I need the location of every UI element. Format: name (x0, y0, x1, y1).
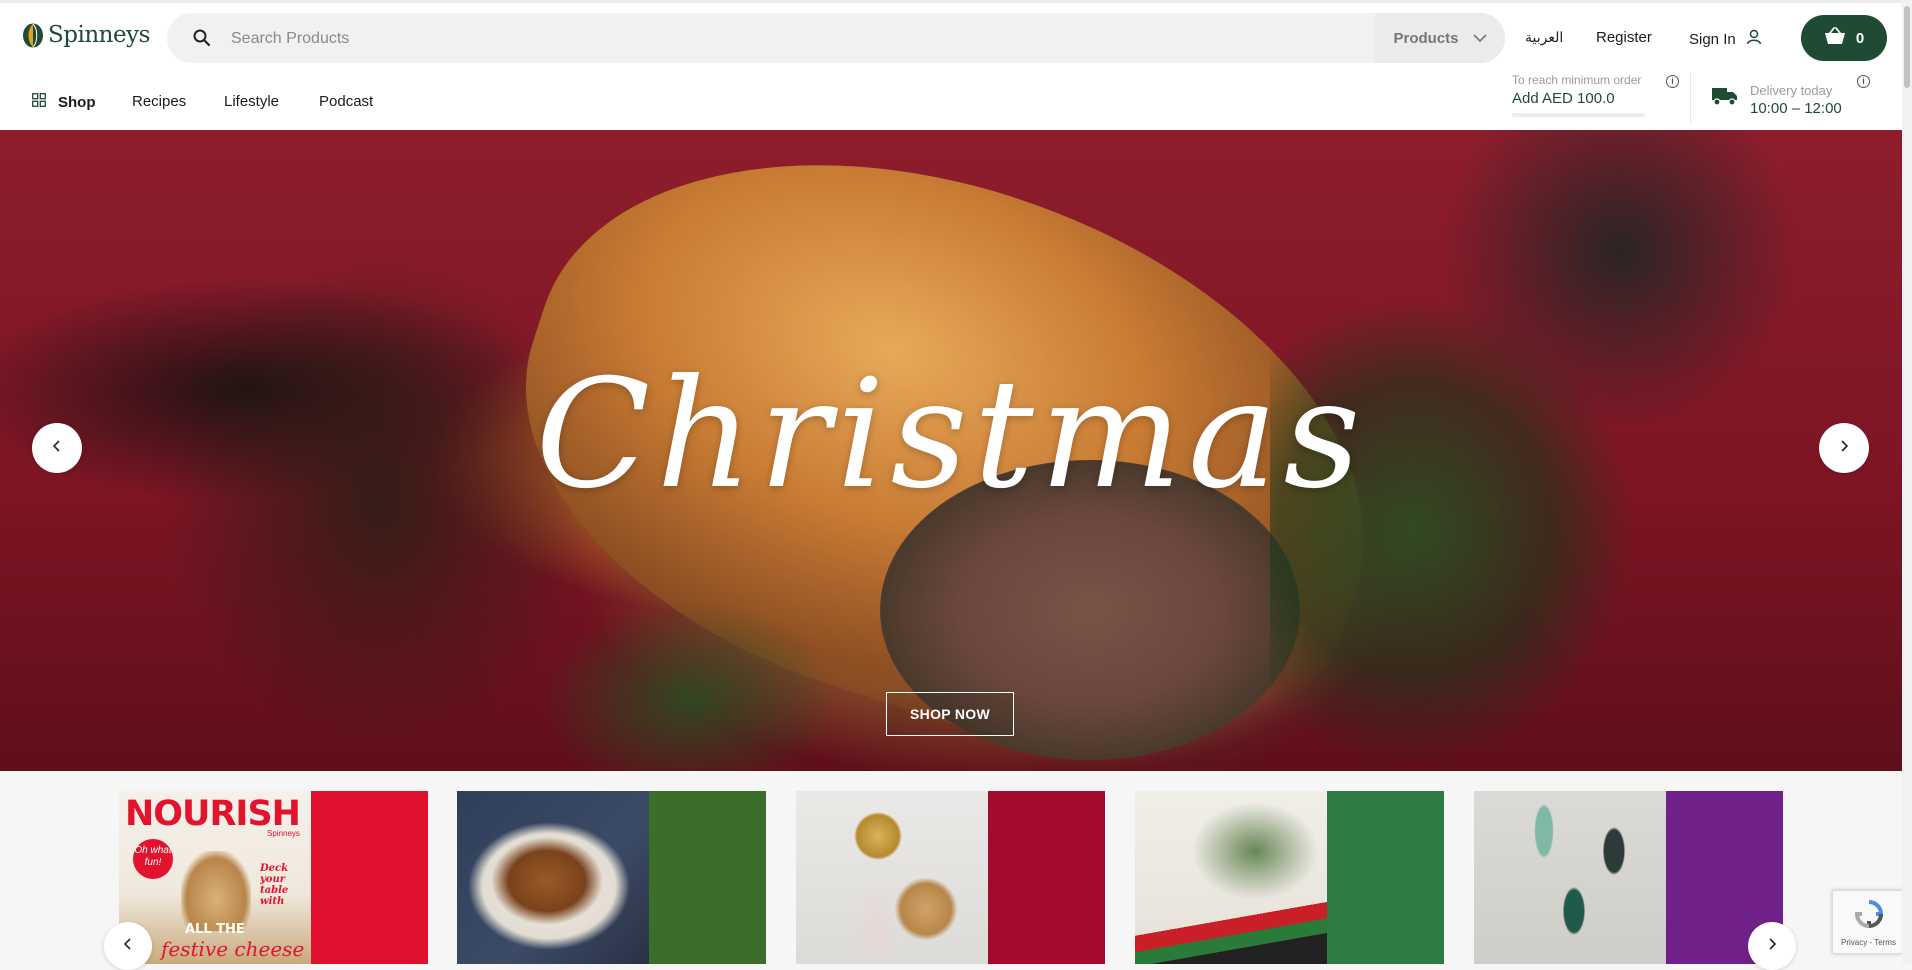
nav-item-recipes[interactable]: Recipes (132, 93, 186, 110)
magazine-script-text: festive cheese (161, 937, 305, 961)
search-input[interactable] (229, 13, 1233, 65)
spinneys-leaf-logo-icon (22, 23, 44, 48)
grid-icon (32, 93, 46, 111)
hero-title: Christmas (535, 348, 1367, 522)
hero-image-rosemary-left (540, 600, 840, 771)
magazine-badge: Oh what fun! (133, 839, 173, 879)
sign-in-link[interactable]: Sign In (1689, 29, 1762, 49)
nav-item-podcast[interactable]: Podcast (319, 93, 373, 110)
delivery-label: Delivery today (1750, 83, 1833, 98)
chevron-right-icon (1840, 439, 1849, 457)
promo-carousel: NOURISH Spinneys Oh what fun! Deck your … (0, 771, 1902, 970)
header-divider (1690, 73, 1691, 123)
user-icon (1746, 29, 1762, 49)
carousel-prev-button[interactable] (104, 922, 152, 970)
promo-card-dates[interactable] (1135, 791, 1444, 964)
promo-card-cookies[interactable] (796, 791, 1105, 964)
spinneys-logo[interactable]: Spinneys (22, 22, 150, 48)
cart-button[interactable]: 0 (1801, 15, 1887, 61)
search-category-dropdown[interactable]: Products (1375, 13, 1505, 63)
promo-card-stripe (311, 791, 428, 964)
promo-card-stripe (1327, 791, 1444, 964)
promo-card-image (1135, 791, 1327, 964)
magazine-cheese-image (181, 851, 251, 931)
promo-card-image (796, 791, 988, 964)
delivery-time: 10:00 – 12:00 (1750, 100, 1842, 117)
delivery-truck-icon (1712, 86, 1738, 111)
hero-prev-button[interactable] (32, 423, 82, 473)
minimum-order-widget: To reach minimum order Add AED 100.0 (1512, 73, 1692, 117)
shop-now-button[interactable]: SHOP NOW (886, 692, 1014, 736)
search-bar: Products (167, 13, 1505, 65)
register-link[interactable]: Register (1596, 29, 1652, 46)
nav-item-shop[interactable]: Shop (32, 93, 96, 111)
site-header: Spinneys Products العربية Register Sign … (0, 3, 1902, 130)
info-icon[interactable]: i (1666, 75, 1679, 88)
hero-next-button[interactable] (1819, 423, 1869, 473)
delivery-info-icon[interactable]: i (1857, 75, 1870, 88)
recaptcha-links[interactable]: Privacy - Terms (1841, 938, 1896, 947)
cart-count: 0 (1855, 29, 1865, 47)
minimum-order-progress (1512, 113, 1645, 117)
magazine-brand: Spinneys (267, 829, 300, 838)
promo-card-stripe (649, 791, 766, 964)
magazine-small-text: ALL THE (185, 922, 245, 937)
language-switch-link[interactable]: العربية (1525, 29, 1563, 46)
promo-card-beauty[interactable] (1474, 791, 1783, 964)
recaptcha-badge[interactable]: Privacy - Terms (1832, 890, 1904, 954)
sign-in-label: Sign In (1689, 30, 1736, 48)
recaptcha-icon (1854, 899, 1884, 934)
hero-banner[interactable]: Christmas SHOP NOW (0, 130, 1902, 771)
carousel-next-button[interactable] (1748, 922, 1796, 970)
minimum-order-label: To reach minimum order (1512, 73, 1642, 87)
chevron-right-icon (1768, 937, 1777, 955)
promo-card-image (1474, 791, 1666, 964)
chevron-left-icon (52, 439, 61, 457)
promo-card-roast-turkey[interactable] (457, 791, 766, 964)
chevron-left-icon (123, 937, 132, 955)
nav-item-lifestyle[interactable]: Lifestyle (224, 93, 279, 110)
magazine-deck-text: Deck your table with (260, 863, 289, 907)
magazine-title: NOURISH (125, 794, 301, 834)
search-icon[interactable] (193, 29, 211, 52)
promo-card-nourish[interactable]: NOURISH Spinneys Oh what fun! Deck your … (119, 791, 428, 964)
nav-item-label: Shop (58, 93, 96, 111)
page-scrollbar[interactable] (1902, 0, 1912, 964)
chevron-down-icon (1472, 30, 1487, 47)
minimum-order-value: Add AED 100.0 (1512, 90, 1615, 107)
search-category-label: Products (1393, 29, 1459, 47)
scrollbar-thumb[interactable] (1904, 6, 1910, 88)
promo-card-stripe (988, 791, 1105, 964)
basket-icon (1824, 27, 1846, 49)
brand-name: Spinneys (48, 22, 150, 48)
promo-card-image (457, 791, 649, 964)
